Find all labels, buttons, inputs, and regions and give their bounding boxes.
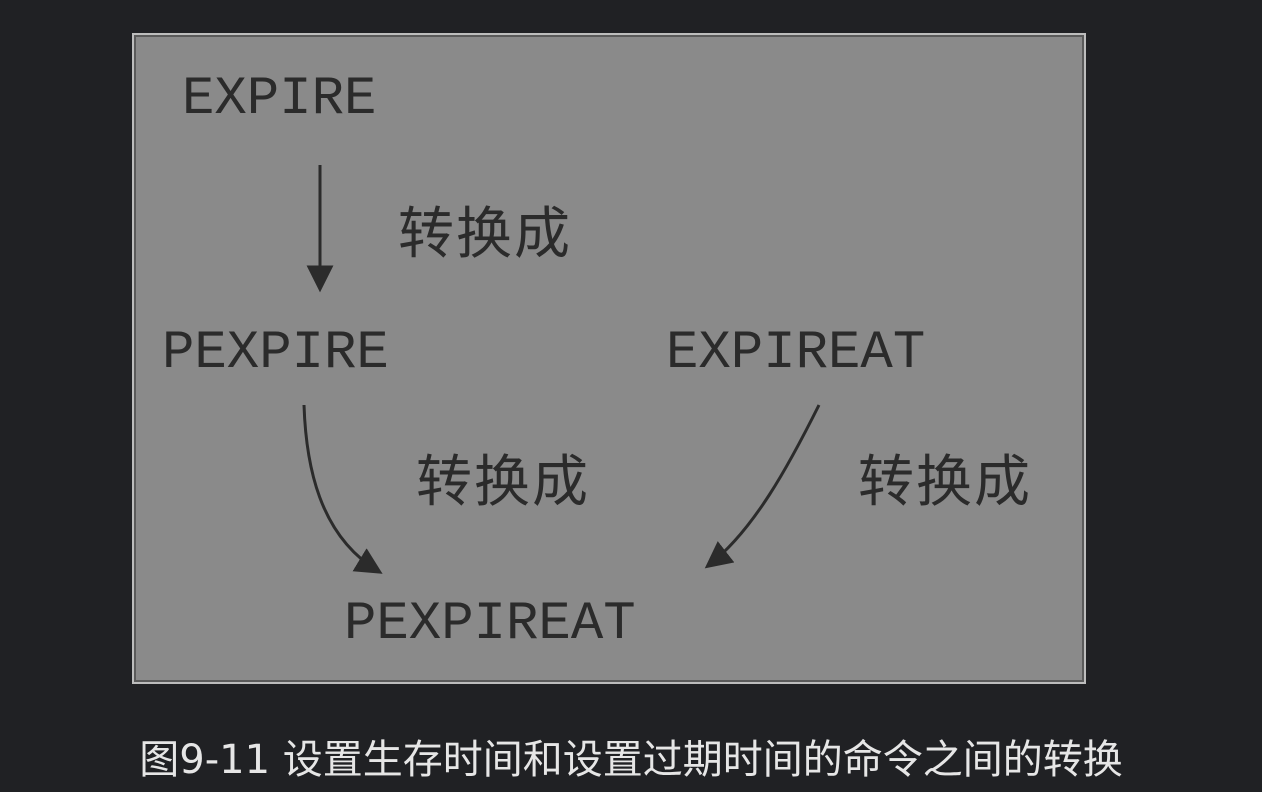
edge-label-expireat-pexpireat: 转换成 — [858, 450, 1032, 515]
edge-label-expire-pexpire: 转换成 — [398, 202, 572, 267]
node-expire: EXPIRE — [182, 69, 377, 130]
figure-caption: 图9-11 设置生存时间和设置过期时间的命令之间的转换 — [139, 737, 1123, 783]
edge-label-pexpire-pexpireat: 转换成 — [416, 450, 590, 515]
node-pexpireat: PEXPIREAT — [344, 594, 636, 655]
diagram-figure: EXPIRE PEXPIRE EXPIREAT PEXPIREAT 转换成 转换… — [132, 33, 1086, 684]
arrow-pexpire-to-pexpireat — [302, 404, 383, 574]
node-pexpire: PEXPIRE — [162, 323, 389, 384]
arrow-expireat-to-pexpireat — [704, 404, 821, 569]
node-expireat: EXPIREAT — [666, 323, 926, 384]
